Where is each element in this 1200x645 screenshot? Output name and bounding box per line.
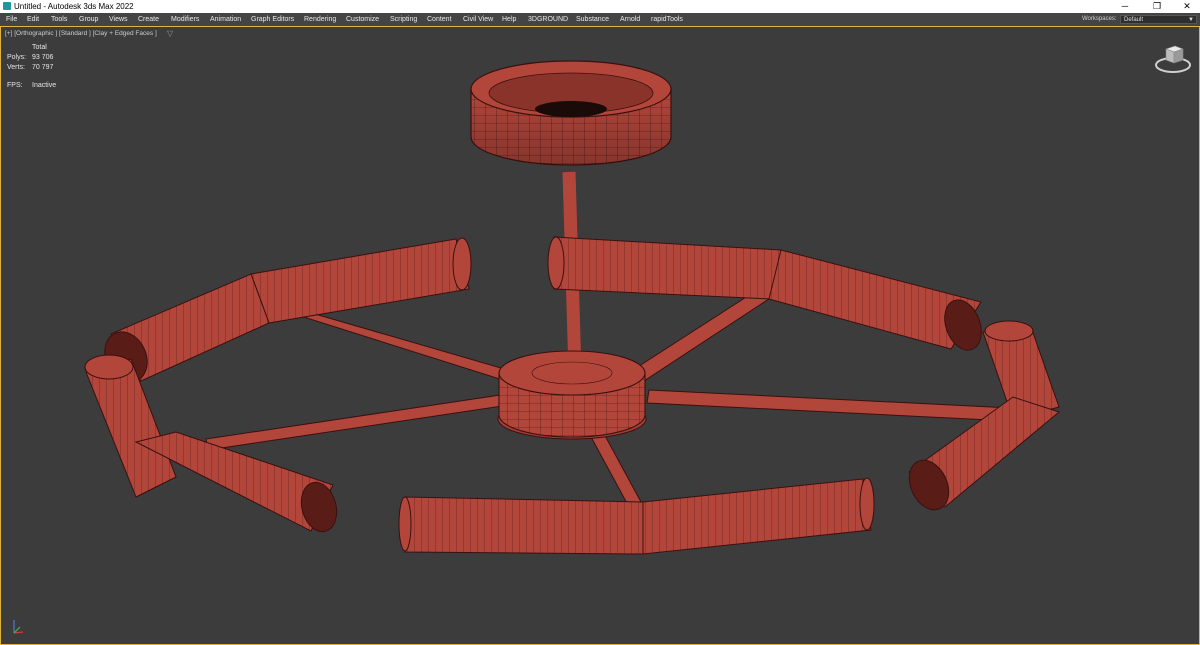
- viewcube-icon[interactable]: [1153, 43, 1193, 75]
- 3dsmax-app-icon: [3, 2, 11, 10]
- perspective-viewport[interactable]: [+] [Orthographic ] [Standard ] [Clay + …: [0, 26, 1200, 645]
- title-bar: Untitled - Autodesk 3ds Max 2022 ─ ❐ ✕: [0, 0, 1200, 13]
- top-ring: [470, 60, 672, 166]
- workspaces-value: Default: [1124, 17, 1144, 23]
- menu-create[interactable]: Create: [138, 13, 159, 26]
- menu-rapidtools[interactable]: rapidTools: [651, 13, 683, 26]
- polys-label: Polys:: [7, 54, 27, 61]
- window-title: Untitled - Autodesk 3ds Max 2022: [14, 2, 134, 11]
- menu-animation[interactable]: Animation: [210, 13, 241, 26]
- menu-group[interactable]: Group: [79, 13, 98, 26]
- axis-tripod-icon: [13, 620, 24, 634]
- menu-edit[interactable]: Edit: [27, 13, 39, 26]
- chevron-down-icon: ▼: [1188, 17, 1194, 23]
- funnel-icon[interactable]: ▽: [167, 29, 173, 38]
- fps-value: Inactive: [32, 82, 57, 89]
- workspaces-dropdown[interactable]: Default ▼: [1120, 15, 1197, 24]
- menu-help[interactable]: Help: [502, 13, 516, 26]
- spoke-rods: [205, 171, 1012, 508]
- menu-graph-editors[interactable]: Graph Editors: [251, 13, 294, 26]
- verts-label: Verts:: [7, 64, 25, 71]
- verts-value: 70 797: [32, 64, 54, 71]
- menu-3dground[interactable]: 3DGROUND: [528, 13, 568, 26]
- restore-button[interactable]: ❐: [1142, 0, 1172, 13]
- scene-render[interactable]: [1, 27, 1199, 644]
- viewport-label-menu[interactable]: [+] [Orthographic ] [Standard ] [Clay + …: [5, 30, 157, 37]
- menu-customize[interactable]: Customize: [346, 13, 379, 26]
- menu-tools[interactable]: Tools: [51, 13, 67, 26]
- polys-value: 93 706: [32, 54, 54, 61]
- menu-scripting[interactable]: Scripting: [390, 13, 417, 26]
- menu-views[interactable]: Views: [109, 13, 128, 26]
- menu-rendering[interactable]: Rendering: [304, 13, 336, 26]
- arm-tube-right-upper: [547, 236, 982, 351]
- arm-tube-front: [398, 477, 875, 555]
- stats-overlay: Total Polys: 93 706 Verts: 70 797 FPS: I…: [1, 43, 121, 93]
- menu-file[interactable]: File: [6, 13, 17, 26]
- close-button[interactable]: ✕: [1172, 0, 1200, 13]
- menu-arnold[interactable]: Arnold: [620, 13, 640, 26]
- workspaces-label: Workspaces:: [1082, 16, 1117, 22]
- arm-tube-left-upper: [104, 237, 472, 383]
- menu-civil-view[interactable]: Civil View: [463, 13, 493, 26]
- menu-substance[interactable]: Substance: [576, 13, 609, 26]
- minimize-button[interactable]: ─: [1110, 0, 1140, 13]
- menu-modifiers[interactable]: Modifiers: [171, 13, 199, 26]
- center-hub: [497, 350, 647, 440]
- stats-total-header: Total: [32, 44, 47, 51]
- menu-bar: File Edit Tools Group Views Create Modif…: [0, 13, 1200, 26]
- fps-label: FPS:: [7, 82, 23, 89]
- arm-tube-left-lower: [84, 354, 338, 533]
- menu-content[interactable]: Content: [427, 13, 452, 26]
